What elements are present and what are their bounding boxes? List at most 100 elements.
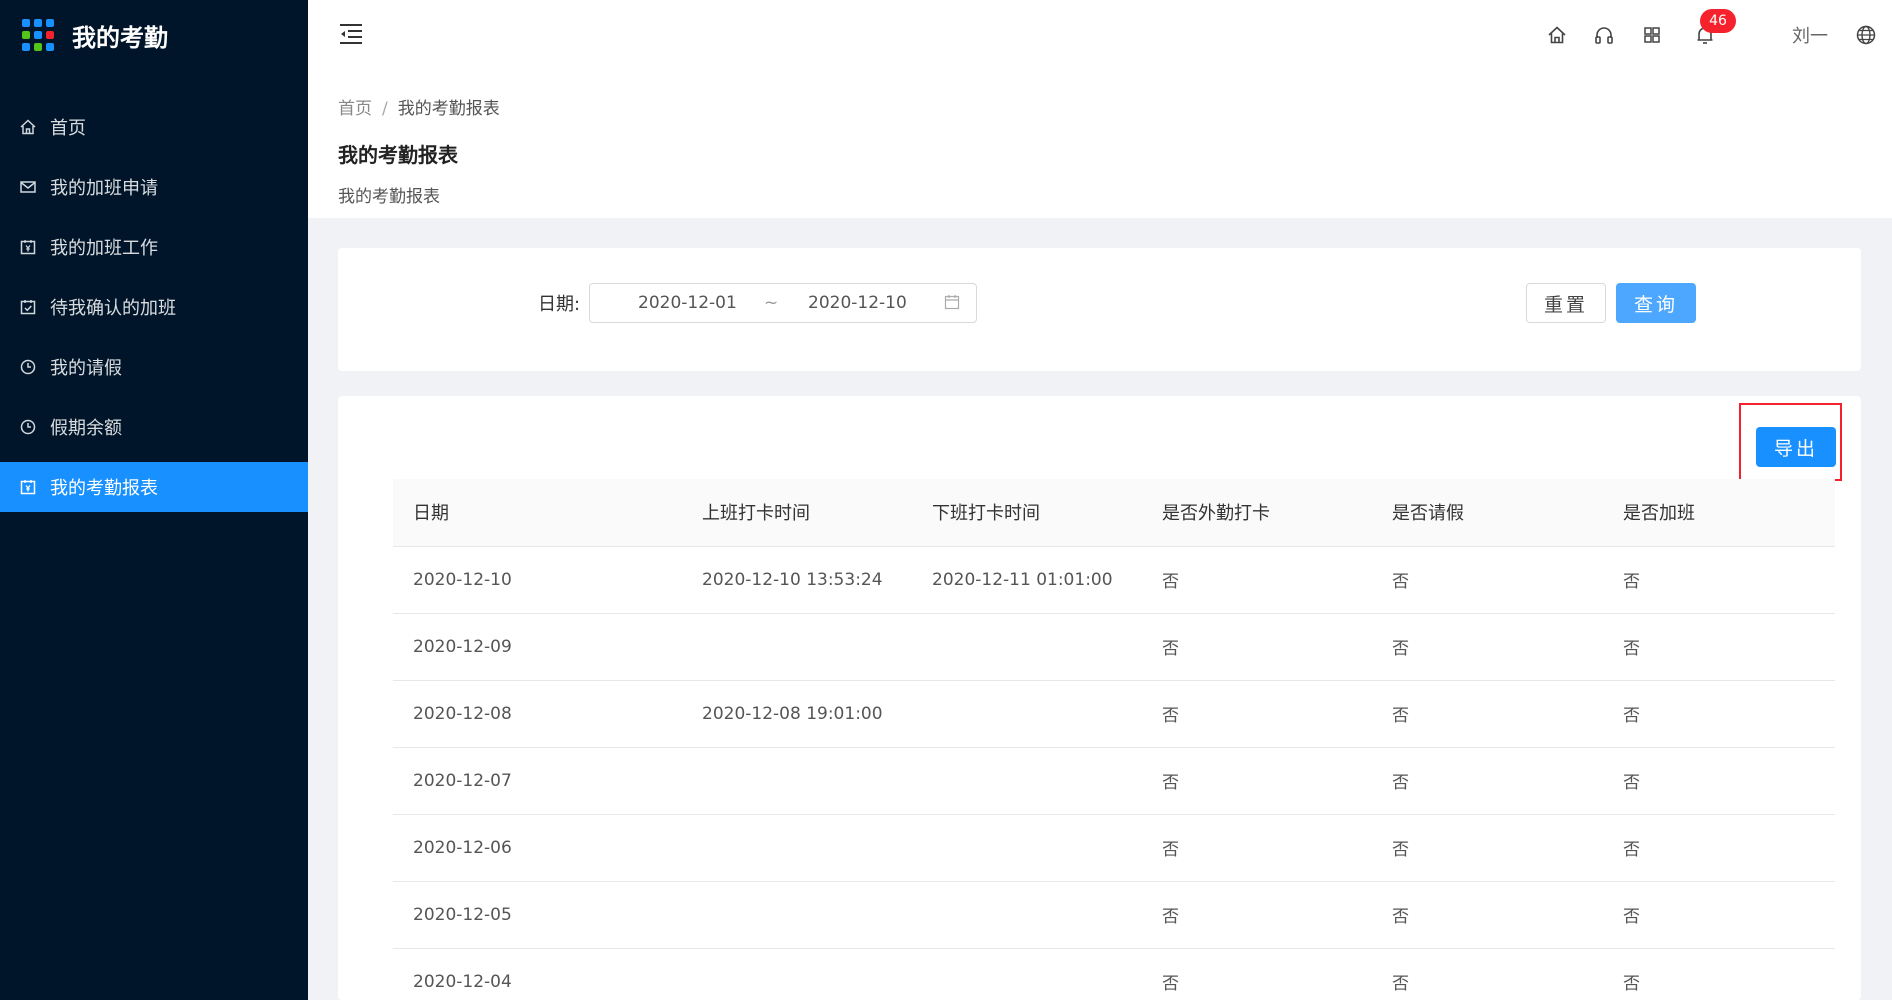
range-separator: ~	[764, 293, 779, 313]
sidebar-item-label: 我的考勤报表	[50, 478, 158, 499]
table-cell: 否	[1372, 814, 1603, 882]
table-cell: 否	[1603, 747, 1835, 815]
table-cell: 否	[1603, 814, 1835, 882]
table-cell: 否	[1142, 881, 1372, 949]
breadcrumb-separator: /	[382, 99, 388, 119]
user-name[interactable]: 刘一	[1792, 22, 1828, 48]
attendance-table: 日期 上班打卡时间 下班打卡时间 是否外勤打卡 是否请假 是否加班 2020-1…	[393, 479, 1835, 1000]
apps-icon[interactable]	[1641, 24, 1663, 46]
sidebar-item-label: 假期余额	[50, 418, 122, 439]
sidebar-item-overtime-apply[interactable]: 我的加班申请	[0, 162, 308, 212]
sidebar-item-overtime-work[interactable]: 我的加班工作	[0, 222, 308, 272]
table-cell: 否	[1142, 546, 1372, 614]
table-cell: 否	[1603, 948, 1835, 1000]
sidebar-item-overtime-confirm[interactable]: 待我确认的加班	[0, 282, 308, 332]
table-cell	[912, 948, 1142, 1000]
sidebar-menu: 首页 我的加班申请 我的加班工作 待我确认的加班 我的请假 假期余额 我的考勤报…	[0, 102, 308, 512]
notification-badge: 46	[1700, 9, 1736, 33]
page-description: 我的考勤报表	[338, 187, 440, 207]
table-cell: 2020-12-11 01:01:00	[912, 546, 1142, 614]
table-cell: 2020-12-08	[393, 680, 682, 748]
column-header-date: 日期	[393, 479, 682, 547]
sidebar-item-label: 待我确认的加班	[50, 298, 176, 319]
sidebar-item-attendance-report[interactable]: 我的考勤报表	[0, 462, 308, 512]
start-date-input[interactable]: 2020-12-01	[638, 293, 737, 313]
sidebar-item-leave[interactable]: 我的请假	[0, 342, 308, 392]
sidebar-item-label: 首页	[50, 118, 86, 139]
app-logo[interactable]: 我的考勤	[0, 0, 308, 70]
table-cell	[682, 814, 912, 882]
table-row: 2020-12-05 否 否 否	[393, 881, 1835, 949]
calendar-check-icon	[18, 297, 38, 317]
apps-grid-icon	[22, 19, 54, 51]
table-cell	[912, 680, 1142, 748]
table-cell	[912, 613, 1142, 681]
column-header-leave: 是否请假	[1372, 479, 1603, 547]
home-icon[interactable]	[1546, 24, 1568, 46]
table-cell	[912, 881, 1142, 949]
table-cell: 否	[1142, 613, 1372, 681]
sidebar-item-label: 我的请假	[50, 358, 122, 379]
calendar-icon	[944, 294, 960, 315]
table-cell: 2020-12-04	[393, 948, 682, 1000]
clock-icon	[18, 417, 38, 437]
table-cell	[682, 613, 912, 681]
home-icon	[18, 117, 38, 137]
breadcrumb-home-link[interactable]: 首页	[338, 99, 372, 119]
headset-icon[interactable]	[1593, 24, 1615, 46]
end-date-input[interactable]: 2020-12-10	[808, 293, 907, 313]
column-header-clock-out: 下班打卡时间	[912, 479, 1142, 547]
sidebar-item-label: 我的加班工作	[50, 238, 158, 259]
sidebar-item-leave-balance[interactable]: 假期余额	[0, 402, 308, 452]
table-cell	[682, 747, 912, 815]
table-cell: 否	[1142, 680, 1372, 748]
table-cell: 2020-12-09	[393, 613, 682, 681]
table-cell: 2020-12-08 19:01:00	[682, 680, 912, 748]
table-row: 2020-12-04 否 否 否	[393, 948, 1835, 1000]
table-cell	[912, 747, 1142, 815]
report-table-card: 导出 日期 上班打卡时间 下班打卡时间 是否外勤打卡 是否请假 是否加班 202…	[338, 396, 1861, 1000]
reset-button[interactable]: 重置	[1526, 283, 1606, 323]
table-cell: 2020-12-06	[393, 814, 682, 882]
table-row: 2020-12-08 2020-12-08 19:01:00 否 否 否	[393, 680, 1835, 748]
table-cell: 2020-12-10	[393, 546, 682, 614]
table-cell: 否	[1372, 747, 1603, 815]
table-cell: 否	[1603, 881, 1835, 949]
table-cell: 2020-12-05	[393, 881, 682, 949]
table-cell	[682, 948, 912, 1000]
table-cell: 否	[1372, 680, 1603, 748]
table-row: 2020-12-06 否 否 否	[393, 814, 1835, 882]
table-cell	[682, 881, 912, 949]
query-button[interactable]: 查询	[1616, 283, 1696, 323]
date-range-picker[interactable]: 2020-12-01 ~ 2020-12-10	[589, 283, 977, 323]
calendar-yen-icon	[18, 237, 38, 257]
table-row: 2020-12-07 否 否 否	[393, 747, 1835, 815]
column-header-overtime: 是否加班	[1603, 479, 1835, 547]
table-cell: 否	[1142, 747, 1372, 815]
table-cell: 否	[1372, 948, 1603, 1000]
globe-icon[interactable]	[1855, 24, 1877, 46]
sidebar: 我的考勤 首页 我的加班申请 我的加班工作 待我确认的加班 我的请假 假期余额 …	[0, 0, 308, 1000]
table-cell: 2020-12-07	[393, 747, 682, 815]
table-cell: 否	[1372, 881, 1603, 949]
app-title: 我的考勤	[72, 23, 168, 52]
table-header-row: 日期 上班打卡时间 下班打卡时间 是否外勤打卡 是否请假 是否加班	[393, 479, 1835, 547]
menu-fold-icon[interactable]	[338, 21, 364, 47]
export-button[interactable]: 导出	[1756, 427, 1836, 467]
mail-icon	[18, 177, 38, 197]
breadcrumb: 首页 / 我的考勤报表	[338, 94, 1862, 119]
table-cell: 2020-12-10 13:53:24	[682, 546, 912, 614]
page-header: 首页 / 我的考勤报表 我的考勤报表 我的考勤报表	[308, 72, 1892, 218]
sidebar-item-label: 我的加班申请	[50, 178, 158, 199]
breadcrumb-current: 我的考勤报表	[397, 99, 500, 119]
table-cell: 否	[1603, 546, 1835, 614]
table-cell: 否	[1142, 814, 1372, 882]
table-row: 2020-12-10 2020-12-10 13:53:24 2020-12-1…	[393, 546, 1835, 614]
table-row: 2020-12-09 否 否 否	[393, 613, 1835, 681]
date-label: 日期:	[538, 294, 581, 315]
table-cell: 否	[1603, 613, 1835, 681]
table-cell: 否	[1142, 948, 1372, 1000]
page-title: 我的考勤报表	[338, 143, 458, 167]
sidebar-item-home[interactable]: 首页	[0, 102, 308, 152]
table-cell: 否	[1603, 680, 1835, 748]
